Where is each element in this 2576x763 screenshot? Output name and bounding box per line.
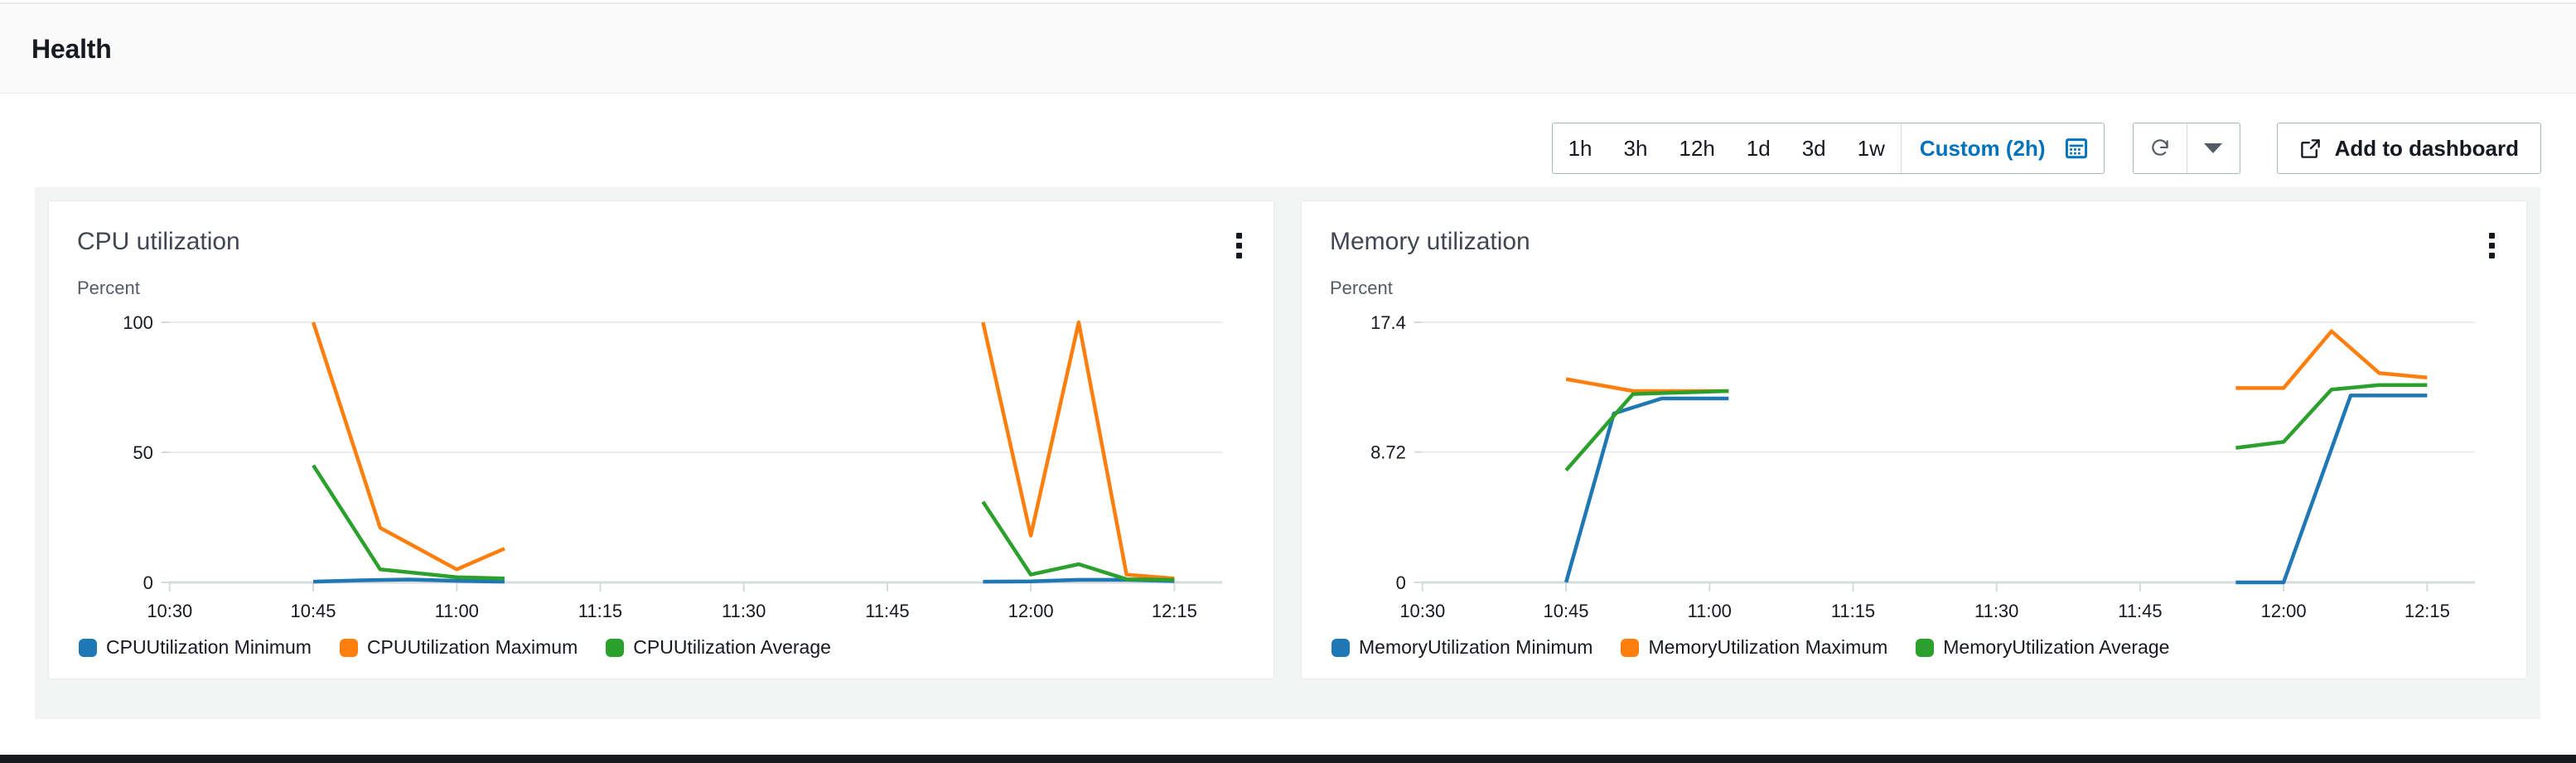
range-button-1d[interactable]: 1d [1731, 123, 1786, 173]
bottom-bar [0, 755, 2576, 763]
legend-label: CPUUtilization Average [633, 636, 831, 658]
calendar-icon [2065, 138, 2087, 159]
page-header: Health [0, 2, 2576, 94]
chart-card-memory-utilization: Memory utilization Percent 0 8.72 17.4 10:30 1… [1301, 200, 2527, 679]
legend-item[interactable]: CPUUtilization Minimum [79, 636, 312, 659]
legend-item[interactable]: MemoryUtilization Minimum [1331, 636, 1592, 659]
range-button-custom-2h[interactable]: Custom (2h) [1900, 123, 2062, 173]
charts-row: CPU utilization Percent 0 50 100 10:30 10:45 11… [35, 187, 2540, 693]
svg-text:11:00: 11:00 [1688, 601, 1732, 621]
svg-text:0: 0 [1396, 572, 1406, 593]
kebab-menu-icon[interactable] [2486, 229, 2498, 262]
chart-legend: MemoryUtilization Minimum MemoryUtilizati… [1331, 636, 2169, 659]
svg-text:8.72: 8.72 [1370, 442, 1406, 463]
svg-text:50: 50 [133, 442, 152, 463]
svg-text:11:30: 11:30 [1974, 601, 2018, 621]
range-button-1w[interactable]: 1w [1842, 123, 1901, 173]
refresh-group [2132, 123, 2240, 174]
svg-text:100: 100 [123, 312, 153, 333]
page-title: Health [31, 34, 112, 64]
add-to-dashboard-button[interactable]: Add to dashboard [2276, 123, 2541, 174]
chart-unit-label: Percent [1330, 278, 1393, 298]
svg-text:11:45: 11:45 [865, 601, 909, 621]
legend-color-swatch-icon [79, 638, 97, 657]
legend-item[interactable]: MemoryUtilization Maximum [1621, 636, 1887, 659]
chevron-down-icon [2204, 143, 2223, 153]
legend-label: MemoryUtilization Maximum [1648, 636, 1888, 658]
chart-plot-area[interactable]: 0 50 100 10:30 10:45 11:00 11:15 11:30 11:45 12:0… [49, 301, 1274, 625]
svg-text:17.4: 17.4 [1370, 312, 1406, 333]
svg-text:11:00: 11:00 [435, 601, 479, 621]
svg-text:0: 0 [143, 572, 153, 593]
svg-text:11:15: 11:15 [1831, 601, 1875, 621]
svg-text:12:15: 12:15 [2404, 601, 2450, 621]
legend-label: CPUUtilization Minimum [106, 636, 312, 658]
legend-item[interactable]: CPUUtilization Average [606, 636, 831, 659]
svg-text:10:30: 10:30 [1399, 601, 1445, 621]
chart-plot-area[interactable]: 0 8.72 17.4 10:30 10:45 11:00 11:15 11:30 11:45 1… [1302, 301, 2526, 625]
legend-label: MemoryUtilization Minimum [1359, 636, 1593, 658]
svg-text:11:15: 11:15 [578, 601, 622, 621]
time-range-selector: 1h 3h 12h 1d 3d 1w Custom (2h) [1551, 123, 2105, 174]
calendar-picker-button[interactable] [2062, 123, 2104, 173]
page-root: Health 1h 3h 12h 1d 3d 1w Custom (2h) Add to d… [0, 0, 2576, 763]
legend-label: CPUUtilization Maximum [366, 636, 578, 658]
chart-unit-label: Percent [77, 278, 140, 298]
chart-card-cpu-utilization: CPU utilization Percent 0 50 100 10:30 10:45 11… [48, 200, 1274, 679]
legend-color-swatch-icon [1331, 638, 1350, 657]
svg-text:12:00: 12:00 [1008, 601, 1054, 621]
chart-toolbar: 1h 3h 12h 1d 3d 1w Custom (2h) Add to dashboar… [1551, 123, 2541, 174]
svg-text:12:15: 12:15 [1152, 601, 1197, 621]
charts-panel: CPU utilization Percent 0 50 100 10:30 10:45 11… [35, 187, 2540, 719]
legend-item[interactable]: CPUUtilization Maximum [339, 636, 578, 659]
legend-color-swatch-icon [1621, 638, 1640, 657]
external-link-icon [2300, 138, 2320, 158]
refresh-interval-dropdown[interactable] [2186, 123, 2240, 173]
legend-label: MemoryUtilization Average [1943, 636, 2170, 658]
legend-item[interactable]: MemoryUtilization Average [1916, 636, 2169, 659]
chart-legend: CPUUtilization Minimum CPUUtilization Max… [79, 636, 831, 659]
range-button-1h[interactable]: 1h [1553, 123, 1608, 173]
svg-text:10:30: 10:30 [147, 601, 192, 621]
svg-text:10:45: 10:45 [1544, 601, 1589, 621]
add-to-dashboard-label: Add to dashboard [2334, 135, 2519, 161]
range-button-12h[interactable]: 12h [1663, 123, 1730, 173]
range-button-3h[interactable]: 3h [1607, 123, 1663, 173]
kebab-menu-icon[interactable] [1233, 229, 1245, 262]
svg-text:11:30: 11:30 [722, 601, 766, 621]
range-button-3d[interactable]: 3d [1786, 123, 1842, 173]
chart-title: Memory utilization [1330, 228, 1530, 255]
svg-text:12:00: 12:00 [2261, 601, 2307, 621]
legend-color-swatch-icon [339, 638, 358, 657]
legend-color-swatch-icon [1916, 638, 1935, 657]
svg-text:10:45: 10:45 [291, 601, 336, 621]
svg-text:11:45: 11:45 [2118, 601, 2162, 621]
refresh-button[interactable] [2134, 123, 2187, 173]
chart-title: CPU utilization [77, 228, 240, 255]
legend-color-swatch-icon [606, 638, 625, 657]
refresh-icon [2151, 139, 2168, 156]
